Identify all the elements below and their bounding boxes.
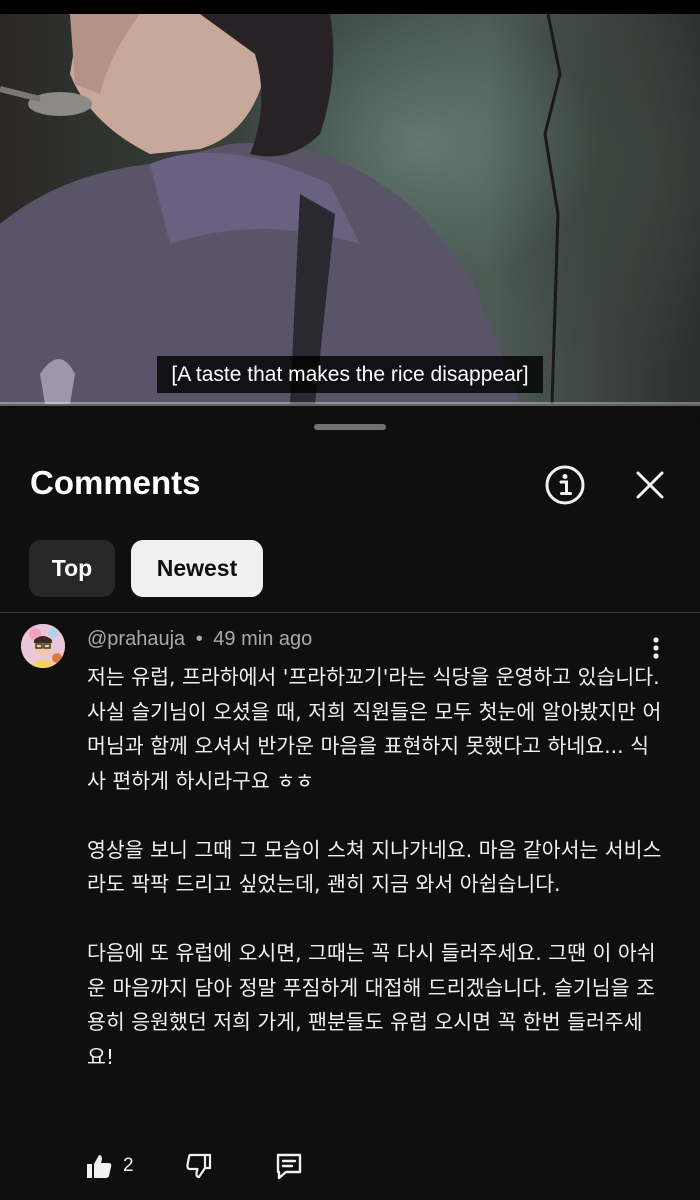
video-caption: [A taste that makes the rice disappear] bbox=[157, 356, 543, 393]
thumbs-up-icon bbox=[87, 1155, 112, 1178]
comment-paragraph: 저는 유럽, 프라하에서 '프라하꼬기'라는 식당을 운영하고 있습니다. 사실… bbox=[87, 665, 662, 793]
comment-time: 49 min ago bbox=[213, 628, 313, 650]
video-frame bbox=[0, 14, 562, 404]
filter-chip-top[interactable]: Top bbox=[29, 540, 115, 597]
panel-title: Comments bbox=[30, 464, 201, 501]
info-button[interactable] bbox=[540, 460, 590, 510]
video-player[interactable]: [A taste that makes the rice disappear] bbox=[0, 14, 700, 404]
comment-paragraph: 다음에 또 유럽에 오시면, 그때는 꼭 다시 들러주세요. 그땐 이 아쉬운 … bbox=[87, 941, 656, 1069]
meta-separator: • bbox=[195, 628, 203, 650]
comment-text: 저는 유럽, 프라하에서 '프라하꼬기'라는 식당을 운영하고 있습니다. 사실… bbox=[87, 660, 665, 1074]
dislike-button[interactable] bbox=[185, 1148, 213, 1184]
thumbs-down-icon bbox=[186, 1153, 212, 1179]
reply-icon bbox=[276, 1153, 302, 1180]
info-icon bbox=[545, 465, 585, 505]
drag-handle[interactable] bbox=[314, 424, 386, 430]
comment-author[interactable]: @prahauja bbox=[87, 628, 185, 650]
avatar[interactable] bbox=[21, 624, 65, 668]
comments-panel: Comments Top Newest @prahauja • 49 min a… bbox=[0, 406, 700, 1200]
divider bbox=[0, 612, 700, 613]
like-button[interactable]: 2 bbox=[85, 1148, 134, 1184]
like-count: 2 bbox=[123, 1155, 134, 1176]
comment-meta: @prahauja • 49 min ago bbox=[87, 628, 312, 651]
status-bar bbox=[0, 0, 700, 14]
close-button[interactable] bbox=[625, 460, 675, 510]
comment-paragraph: 영상을 보니 그때 그 모습이 스쳐 지나가네요. 마음 같아서는 서비스라도 … bbox=[87, 837, 662, 897]
reply-button[interactable] bbox=[274, 1148, 304, 1184]
comment-actions: 2 bbox=[85, 1148, 385, 1184]
filter-chip-newest[interactable]: Newest bbox=[131, 540, 263, 597]
close-icon bbox=[636, 471, 664, 499]
more-vertical-icon bbox=[653, 637, 659, 659]
